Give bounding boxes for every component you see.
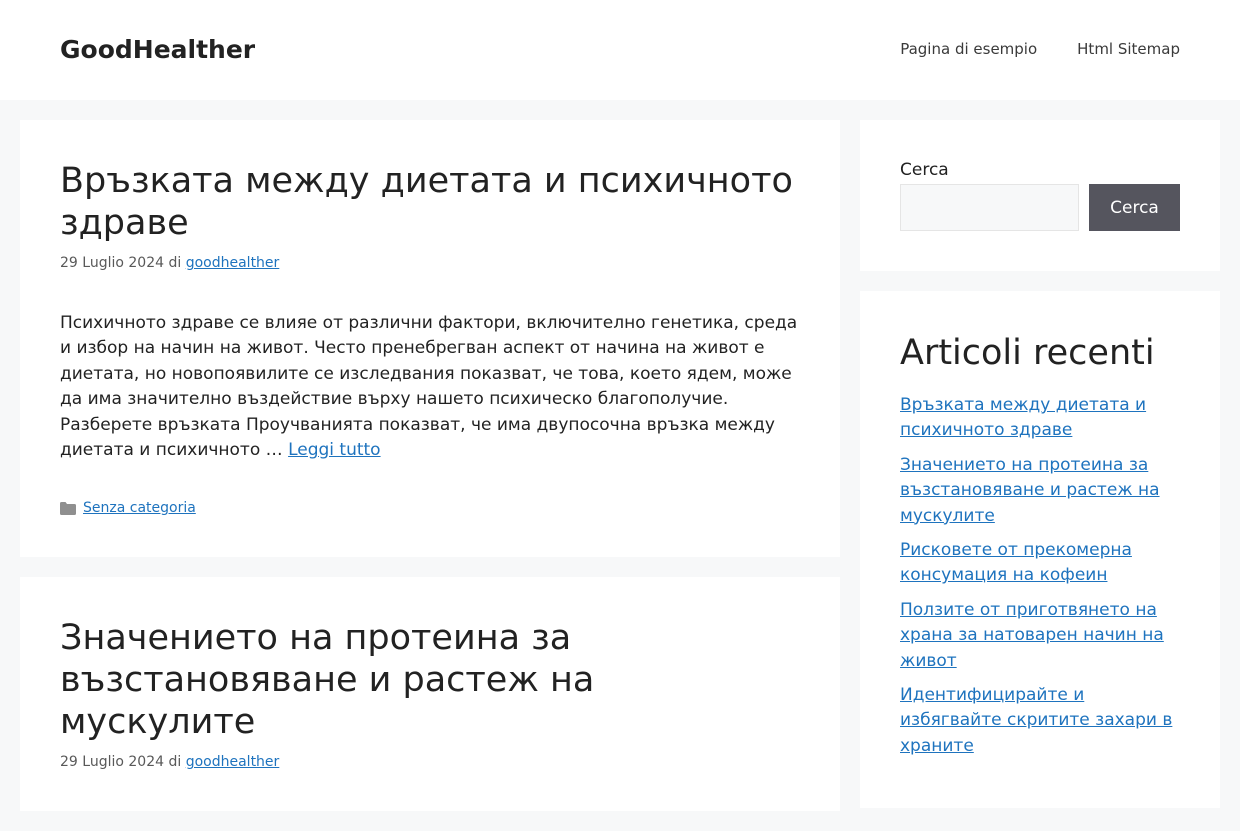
content-area: Връзката между диетата и психичното здра… bbox=[20, 120, 840, 831]
search-row: Cerca bbox=[900, 184, 1180, 231]
search-widget: Cerca Cerca bbox=[860, 120, 1220, 271]
post-excerpt-text: Психичното здраве се влияе от различни ф… bbox=[60, 313, 798, 461]
post-category-link[interactable]: Senza categoria bbox=[83, 499, 196, 517]
search-input[interactable] bbox=[900, 184, 1079, 231]
post-date: 29 Luglio 2024 bbox=[60, 754, 165, 771]
search-button[interactable]: Cerca bbox=[1089, 184, 1180, 231]
recent-post-link[interactable]: Връзката между диетата и психичното здра… bbox=[900, 395, 1146, 440]
post-card: Връзката между диетата и психичното здра… bbox=[20, 120, 840, 558]
post-by: di bbox=[168, 754, 182, 771]
post-excerpt: Психичното здраве се влияе от различни ф… bbox=[60, 311, 800, 463]
post-title: Връзката между диетата и психичното здра… bbox=[60, 160, 800, 244]
main-navigation: Pagina di esempio Html Sitemap bbox=[900, 38, 1180, 60]
recent-posts-widget: Articoli recenti Връзката между диетата … bbox=[860, 291, 1220, 809]
post-footer: Senza categoria bbox=[60, 499, 800, 517]
recent-post-link[interactable]: Идентифицирайте и избягвайте скритите за… bbox=[900, 685, 1172, 756]
recent-post-link[interactable]: Рисковете от прекомерна консумация на ко… bbox=[900, 540, 1132, 585]
list-item: Ползите от приготвянето на храна за нато… bbox=[900, 598, 1180, 674]
list-item: Рисковете от прекомерна консумация на ко… bbox=[900, 538, 1180, 589]
list-item: Връзката между диетата и психичното здра… bbox=[900, 393, 1180, 444]
list-item: Идентифицирайте и избягвайте скритите за… bbox=[900, 683, 1180, 759]
sidebar: Cerca Cerca Articoli recenti Връзката ме… bbox=[860, 120, 1220, 828]
search-label: Cerca bbox=[900, 160, 949, 180]
recent-post-link[interactable]: Значението на протеина за възстановяване… bbox=[900, 455, 1160, 526]
post-meta: 29 Luglio 2024 di goodhealther bbox=[60, 254, 800, 272]
site-header: GoodHealther Pagina di esempio Html Site… bbox=[0, 0, 1240, 100]
post-title-text[interactable]: Значението на протеина за възстановяване… bbox=[60, 618, 594, 742]
nav-item-sample-page[interactable]: Pagina di esempio bbox=[900, 38, 1037, 60]
read-more-link[interactable]: Leggi tutto bbox=[288, 440, 381, 460]
recent-post-link[interactable]: Ползите от приготвянето на храна за нато… bbox=[900, 600, 1164, 671]
post-date: 29 Luglio 2024 bbox=[60, 255, 165, 271]
recent-posts-list: Връзката между диетата и психичното здра… bbox=[900, 393, 1180, 759]
post-author-link[interactable]: goodhealther bbox=[186, 255, 280, 271]
list-item: Значението на протеина за възстановяване… bbox=[900, 453, 1180, 529]
folder-icon bbox=[60, 501, 76, 515]
post-title: Значението на протеина за възстановяване… bbox=[60, 617, 800, 743]
post-by: di bbox=[168, 255, 182, 271]
site-title-link[interactable]: GoodHealther bbox=[60, 33, 255, 66]
post-meta: 29 Luglio 2024 di goodhealther bbox=[60, 753, 800, 771]
recent-posts-title: Articoli recenti bbox=[900, 333, 1155, 373]
post-author-link[interactable]: goodhealther bbox=[186, 754, 280, 770]
post-card: Значението на протеина за възстановяване… bbox=[20, 577, 840, 812]
nav-item-html-sitemap[interactable]: Html Sitemap bbox=[1077, 38, 1180, 60]
post-title-text[interactable]: Връзката между диетата и психичното здра… bbox=[60, 161, 793, 243]
